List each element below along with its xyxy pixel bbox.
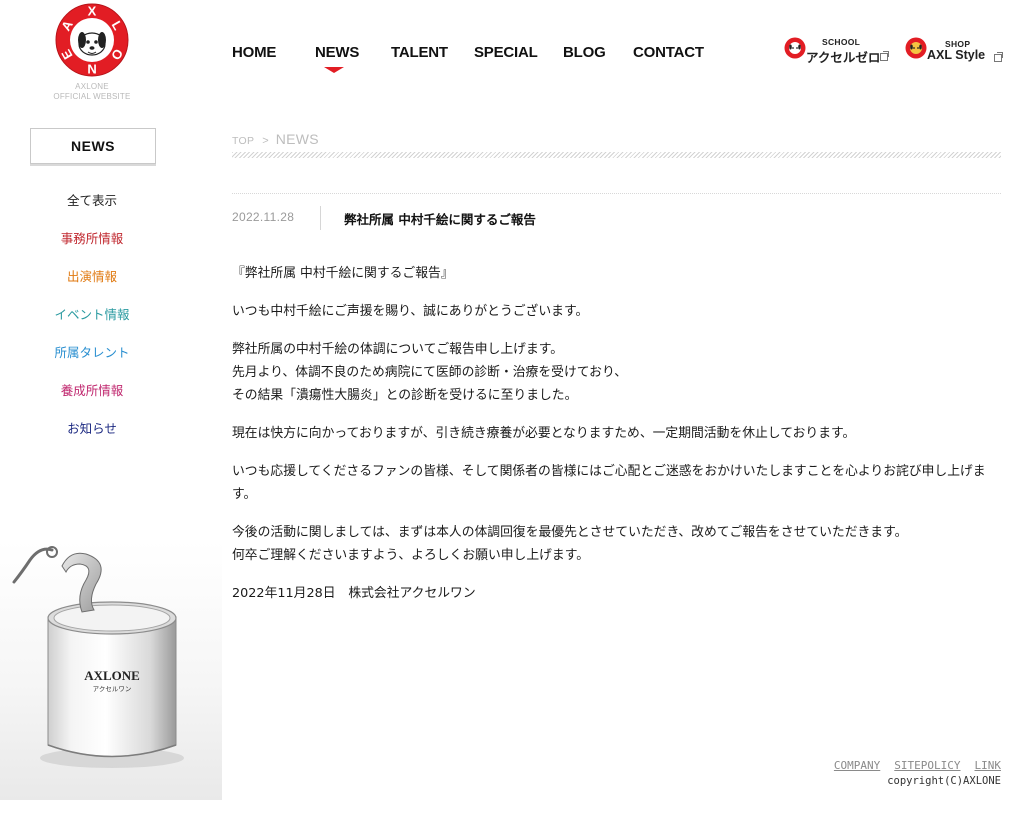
post-line: その結果「潰瘍性大腸炎」との診断を受けるに至りました。 <box>232 388 578 403</box>
external-window-icon <box>880 51 889 61</box>
post-header-divider <box>320 206 321 230</box>
nav-blog[interactable]: BLOG <box>563 44 606 61</box>
can-brand-text: AXLONE <box>84 668 140 683</box>
post-paragraph: 現在は快方に向かっておりますが、引き続き療養が必要となりますため、一定期間活動を… <box>232 422 1002 445</box>
post-paragraph: 弊社所属の中村千絵の体調についてご報告申し上げます。 先月より、体調不良のため病… <box>232 338 1002 407</box>
axlone-logo[interactable]: AXLONE <box>54 2 130 78</box>
sidebar-item-school-info[interactable]: 養成所情報 <box>30 381 154 419</box>
axel-zero-logo-icon <box>784 37 806 59</box>
nav-special[interactable]: SPECIAL <box>474 44 538 61</box>
nav-home[interactable]: HOME <box>232 44 276 61</box>
sidebar-item-talent[interactable]: 所属タレント <box>30 343 154 381</box>
breadcrumb-hatched-divider <box>232 152 1001 158</box>
logo-caption-subtitle: OFFICIAL WEBSITE <box>53 92 131 101</box>
sidebar-item-office-info[interactable]: 事務所情報 <box>30 229 154 267</box>
post-paragraph: 『弊社所属 中村千絵に関するご報告』 <box>232 262 1002 285</box>
shop-name-label: AXL Style <box>927 48 986 62</box>
sidebar-item-notice[interactable]: お知らせ <box>30 419 154 457</box>
nav-active-marker <box>324 67 344 73</box>
logo-letter: X <box>88 4 97 19</box>
post-line: 『弊社所属 中村千絵に関するご報告』 <box>232 266 454 281</box>
sidebar-item-all[interactable]: 全て表示 <box>30 191 154 229</box>
nav-talent[interactable]: TALENT <box>391 44 448 61</box>
school-axel-zero-link[interactable]: SCHOOL アクセルゼロ <box>784 37 889 65</box>
shop-axl-style-link[interactable]: SHOP AXL Style <box>905 37 1003 65</box>
sidebar-item-appearance-info[interactable]: 出演情報 <box>30 267 154 305</box>
axl-style-logo-icon <box>905 37 927 59</box>
post-date: 2022.11.28 <box>232 210 295 224</box>
logo-caption-brand: AXLONE <box>75 82 109 91</box>
post-line: 何卒ご理解くださいますよう、よろしくお願い申し上げます。 <box>232 548 590 563</box>
post-signature: 2022年11月28日 株式会社アクセルワン <box>232 582 1002 605</box>
footer-links: COMPANY SITEPOLICY LINK <box>820 759 1001 772</box>
post-line: 先月より、体調不良のため病院にて医師の診断・治療を受けており、 <box>232 365 628 380</box>
sidebar-category-list: 全て表示 事務所情報 出演情報 イベント情報 所属タレント 養成所情報 お知らせ <box>30 191 154 457</box>
nav-news[interactable]: NEWS <box>315 44 359 61</box>
post-line: いつも応援してくださるファンの皆様、そして関係者の皆様にはご心配とご迷惑をおかけ… <box>232 464 986 502</box>
post-line: 現在は快方に向かっておりますが、引き続き療養が必要となりますため、一定期間活動を… <box>232 426 856 441</box>
post-paragraph: 今後の活動に関しましては、まずは本人の体調回復を最優先とさせていただき、改めてご… <box>232 521 1002 567</box>
external-window-icon <box>994 52 1003 62</box>
logo-caption: AXLONE OFFICIAL WEBSITE <box>30 82 154 102</box>
copyright: copyright(C)AXLONE <box>887 775 1001 787</box>
post-body: 『弊社所属 中村千絵に関するご報告』 いつも中村千絵にご声援を賜り、誠にありがと… <box>232 262 1002 620</box>
school-small-label: SCHOOL <box>822 37 861 47</box>
post-line: 今後の活動に関しましては、まずは本人の体調回復を最優先とさせていただき、改めてご… <box>232 525 908 540</box>
footer-link-company[interactable]: COMPANY <box>834 759 880 772</box>
post-paragraph: いつも応援してくださるファンの皆様、そして関係者の皆様にはご心配とご迷惑をおかけ… <box>232 460 1002 506</box>
school-name-label: アクセルゼロ <box>806 51 881 65</box>
axlone-can-image: AXLONE アクセルワン <box>0 540 222 800</box>
sidebar-heading: NEWS <box>30 128 156 164</box>
breadcrumb-current: NEWS <box>275 131 319 147</box>
breadcrumb: TOP > NEWS <box>232 131 319 149</box>
breadcrumb-top-link[interactable]: TOP <box>232 135 254 147</box>
breadcrumb-separator: > <box>262 135 269 147</box>
post-line: いつも中村千絵にご声援を賜り、誠にありがとうございます。 <box>232 304 589 319</box>
nav-contact[interactable]: CONTACT <box>633 44 704 61</box>
post-line: 2022年11月28日 株式会社アクセルワン <box>232 586 476 601</box>
post-line: 弊社所属の中村千絵の体調についてご報告申し上げます。 <box>232 342 564 357</box>
post-title: 弊社所属 中村千絵に関するご報告 <box>344 212 536 227</box>
dotted-divider <box>232 193 1001 194</box>
post-paragraph: いつも中村千絵にご声援を賜り、誠にありがとうございます。 <box>232 300 1002 323</box>
sidebar-item-event-info[interactable]: イベント情報 <box>30 305 154 343</box>
logo-letter: N <box>87 62 96 77</box>
footer-link-sitepolicy[interactable]: SITEPOLICY <box>894 759 960 772</box>
footer-link-link[interactable]: LINK <box>975 759 1002 772</box>
can-subtitle-text: アクセルワン <box>93 685 132 693</box>
